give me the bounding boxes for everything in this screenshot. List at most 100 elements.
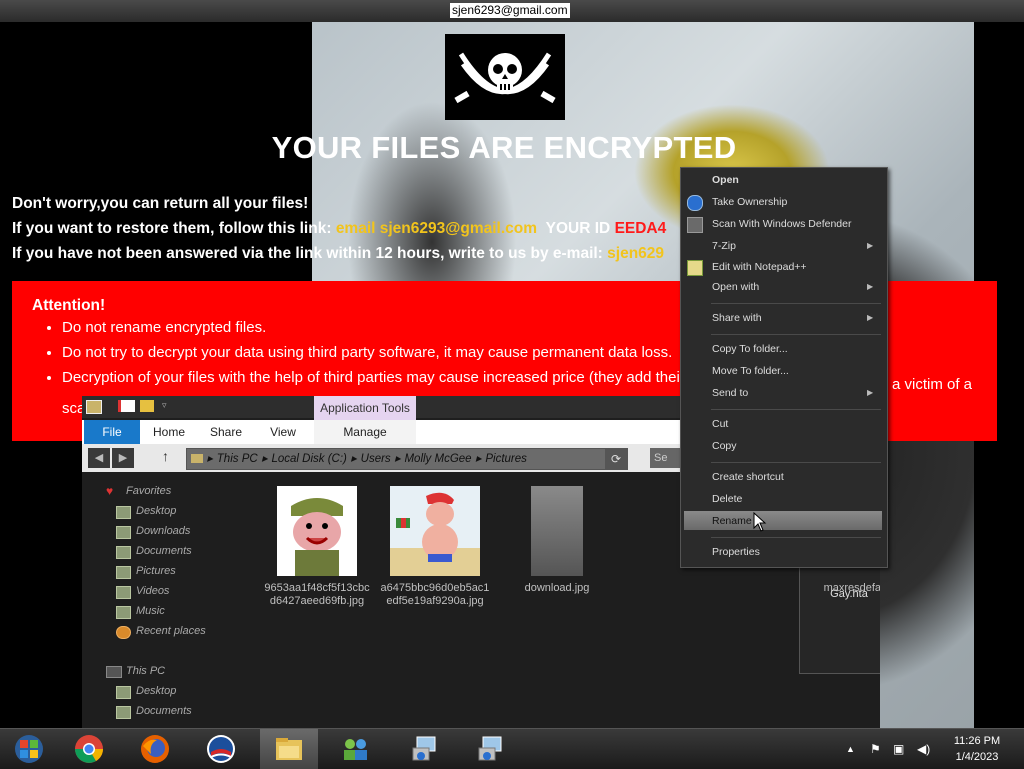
- menu-item-open-with[interactable]: Open with: [712, 281, 759, 293]
- menu-item-properties[interactable]: Properties: [712, 546, 760, 558]
- submenu-arrow-icon: ▶: [867, 241, 874, 250]
- show-hidden-icons-icon[interactable]: ▲: [846, 744, 855, 754]
- attention-list: Do not rename encrypted files. Do not tr…: [40, 315, 685, 390]
- window-titlebar: sjen6293@gmail.com: [0, 0, 1024, 22]
- music-icon: [116, 606, 131, 619]
- menu-separator: [711, 303, 881, 304]
- file-item[interactable]: 9653aa1f48cf5f13cbcd6427aeed69fb.jpg: [262, 486, 372, 608]
- menu-item-create-shortcut[interactable]: Create shortcut: [712, 471, 784, 483]
- menu-item-share-with[interactable]: Share with: [712, 312, 762, 324]
- application-tools-tab[interactable]: Application Tools: [314, 396, 416, 420]
- ransom-headline: YOUR FILES ARE ENCRYPTED: [271, 130, 737, 165]
- forward-icon[interactable]: ▶: [112, 448, 134, 468]
- menu-item-take-ownership[interactable]: Take Ownership: [712, 196, 787, 208]
- nav-favorites[interactable]: Favorites: [126, 485, 171, 497]
- nav-downloads[interactable]: Downloads: [136, 525, 190, 537]
- tab-file[interactable]: File: [84, 420, 140, 444]
- menu-item-7zip[interactable]: 7-Zip: [712, 240, 736, 252]
- notepad-plus-plus-icon: [687, 260, 703, 276]
- nav-documents[interactable]: Documents: [136, 545, 192, 557]
- nav-recent-places[interactable]: Recent places: [136, 625, 206, 637]
- menu-item-copy-to-folder[interactable]: Copy To folder...: [712, 343, 788, 355]
- taskbar-obama[interactable]: [192, 729, 250, 769]
- taskbar-installer-2[interactable]: [460, 729, 518, 769]
- menu-item-copy[interactable]: Copy: [712, 440, 737, 452]
- menu-item-notepad[interactable]: Edit with Notepad++: [712, 261, 807, 273]
- tab-share[interactable]: Share: [200, 420, 252, 444]
- file-name: 9653aa1f48cf5f13cbcd6427aeed69fb.jpg: [264, 582, 370, 607]
- volume-icon[interactable]: ◀): [917, 742, 930, 756]
- breadcrumb-users[interactable]: Users: [361, 453, 391, 465]
- computer-icon: [106, 666, 122, 678]
- firefox-icon: [141, 735, 169, 763]
- menu-separator: [711, 462, 881, 463]
- properties-icon[interactable]: [118, 400, 135, 412]
- nav-pictures[interactable]: Pictures: [136, 565, 176, 577]
- qat-dropdown-icon[interactable]: ▿: [162, 400, 167, 411]
- refresh-icon[interactable]: ⟳: [605, 449, 627, 469]
- tab-manage[interactable]: Manage: [314, 420, 416, 444]
- nav-desktop[interactable]: Desktop: [136, 505, 176, 517]
- taskbar-firefox[interactable]: [126, 729, 184, 769]
- nav-pc-desktop[interactable]: Desktop: [136, 685, 176, 697]
- menu-item-move-to-folder[interactable]: Move To folder...: [712, 365, 789, 377]
- submenu-arrow-icon: ▶: [867, 282, 874, 291]
- network-icon[interactable]: ▣: [893, 742, 904, 756]
- ransom-line-2: If you want to restore them, follow this…: [12, 220, 666, 238]
- start-orb-icon: [15, 735, 43, 763]
- back-icon[interactable]: ◀: [88, 448, 110, 468]
- ransom-line-3-text: If you have not been answered via the li…: [12, 245, 603, 262]
- breadcrumb-user[interactable]: Molly McGee: [404, 453, 471, 465]
- window-title: sjen6293@gmail.com: [450, 3, 570, 18]
- installer-icon: [412, 736, 436, 761]
- contact-email-link[interactable]: email sjen6293@gmail.com: [336, 220, 537, 237]
- file-name: download.jpg: [524, 582, 590, 594]
- id-label: YOUR ID: [545, 220, 611, 237]
- menu-item-open[interactable]: Open: [712, 174, 739, 186]
- ransom-line-2-text: If you want to restore them, follow this…: [12, 220, 332, 237]
- nav-this-pc[interactable]: This PC: [126, 665, 165, 677]
- nav-music[interactable]: Music: [136, 605, 165, 617]
- network-users-icon: [344, 739, 367, 760]
- obama-logo-icon: [207, 735, 235, 763]
- folder-icon[interactable]: [86, 400, 102, 414]
- ransom-line-3: If you have not been answered via the li…: [12, 245, 664, 263]
- nav-videos[interactable]: Videos: [136, 585, 169, 597]
- windows-defender-icon: [687, 217, 703, 233]
- breadcrumb-this-pc[interactable]: This PC: [217, 453, 258, 465]
- address-bar[interactable]: ▸ This PC ▸ Local Disk (C:) ▸ Users ▸ Molly McG…: [186, 448, 628, 470]
- taskbar-file-explorer[interactable]: [260, 729, 318, 769]
- tab-home[interactable]: Home: [144, 420, 194, 444]
- take-ownership-icon: [687, 195, 703, 211]
- system-clock[interactable]: 11:26 PM 1/4/2023: [942, 733, 1012, 765]
- videos-icon: [116, 586, 131, 599]
- mouse-cursor-icon: [753, 512, 767, 532]
- menu-item-send-to[interactable]: Send to: [712, 387, 748, 399]
- downloads-icon: [116, 526, 131, 539]
- file-item[interactable]: a6475bbc96d0eb5ac1edf5e19af9290a.jpg: [380, 486, 490, 608]
- tab-view[interactable]: View: [258, 420, 308, 444]
- menu-item-rename[interactable]: Rename: [712, 515, 752, 527]
- taskbar-network[interactable]: [326, 729, 384, 769]
- action-center-flag-icon[interactable]: ⚑: [870, 742, 881, 756]
- taskbar-installer[interactable]: [394, 729, 452, 769]
- breadcrumb-local-disk[interactable]: Local Disk (C:): [271, 453, 346, 465]
- taskbar-chrome[interactable]: [60, 729, 118, 769]
- breadcrumb-pictures[interactable]: Pictures: [485, 453, 527, 465]
- navigation-pane: ♥ Favorites Desktop Downloads Documents …: [82, 472, 242, 728]
- image-thumbnail: [277, 486, 357, 576]
- menu-item-scan-defender[interactable]: Scan With Windows Defender: [712, 218, 851, 230]
- nav-pc-documents[interactable]: Documents: [136, 705, 192, 717]
- start-button[interactable]: [0, 729, 58, 769]
- new-folder-icon[interactable]: [140, 400, 154, 412]
- file-item[interactable]: download.jpg: [502, 486, 612, 595]
- menu-item-cut[interactable]: Cut: [712, 418, 728, 430]
- menu-separator: [711, 537, 881, 538]
- file-explorer-icon: [276, 738, 302, 760]
- menu-item-delete[interactable]: Delete: [712, 493, 742, 505]
- up-arrow-icon[interactable]: ↑: [162, 448, 169, 464]
- attention-item: Do not try to decrypt your data using th…: [62, 340, 685, 365]
- attention-item: Decryption of your files with the help o…: [62, 365, 685, 390]
- file-name: maxresdefault.jpg: [823, 582, 880, 594]
- file-name: a6475bbc96d0eb5ac1edf5e19af9290a.jpg: [380, 582, 490, 607]
